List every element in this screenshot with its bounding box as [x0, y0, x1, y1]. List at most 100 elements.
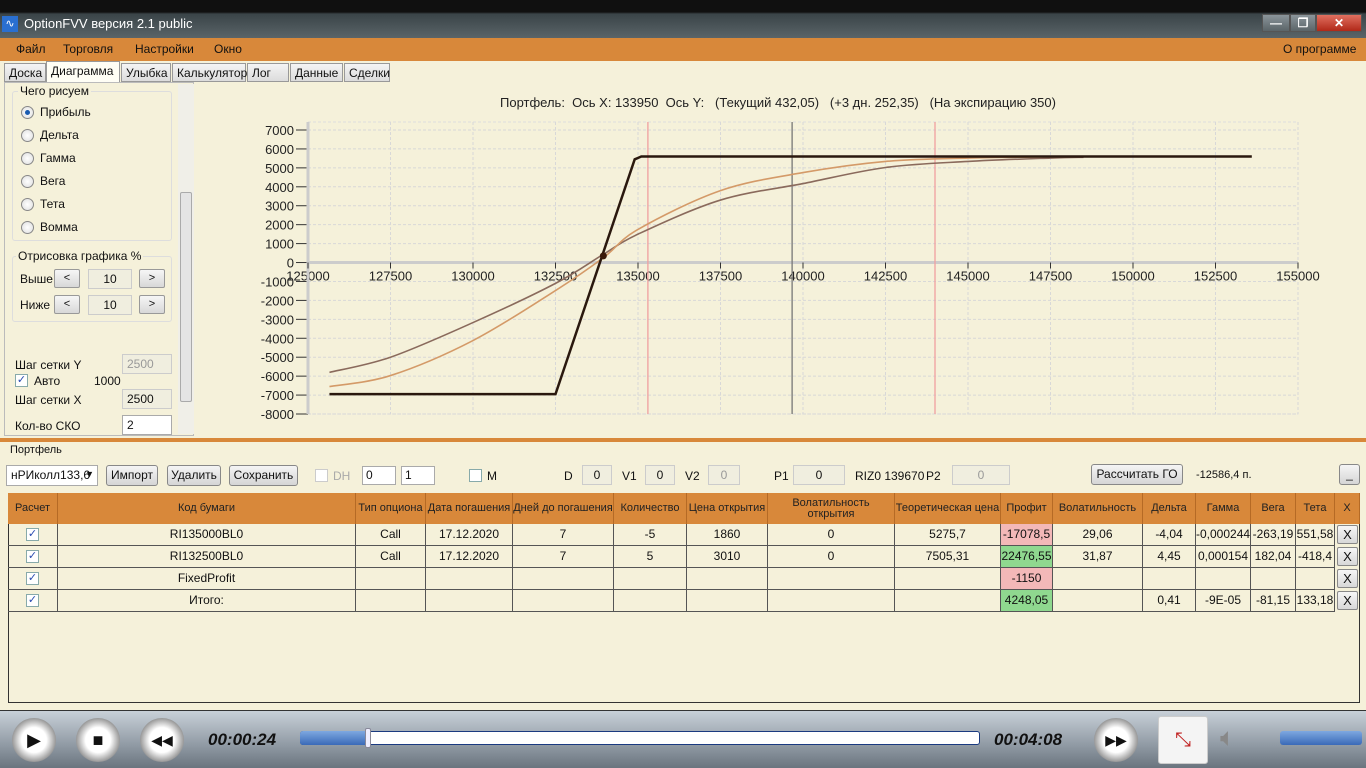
table-cell	[1143, 568, 1196, 590]
table-cell	[687, 568, 768, 590]
table-cell: -17078,5	[1001, 524, 1053, 546]
column-header[interactable]: Цена открытия	[687, 493, 768, 524]
v1-input[interactable]: 0	[645, 465, 675, 485]
d-label: D	[564, 469, 573, 483]
profit-chart: 1250001275001300001325001350001375001400…	[261, 121, 1320, 422]
fullscreen-icon[interactable]: ⤡	[1158, 716, 1208, 764]
delete-row-button[interactable]: X	[1337, 547, 1358, 566]
table-cell: 7	[513, 524, 614, 546]
table-cell: 0	[768, 546, 895, 568]
dh-checkbox[interactable]	[315, 469, 328, 482]
table-cell	[1251, 568, 1296, 590]
column-header[interactable]: Гамма	[1196, 493, 1251, 524]
table-cell	[768, 568, 895, 590]
m-checkbox[interactable]	[469, 469, 482, 482]
calc-checkbox[interactable]: ✓	[26, 572, 39, 585]
table-cell: 5275,7	[895, 524, 1001, 546]
table-cell: RI135000BL0	[58, 524, 356, 546]
column-header[interactable]: Тип опциона	[356, 493, 426, 524]
underlying-price: RIZ0 139670	[855, 469, 925, 483]
y-tick-label: -1000	[261, 274, 294, 289]
y-tick-label: 0	[287, 256, 294, 271]
y-tick-label: 1000	[265, 237, 294, 252]
dh-label: DH	[333, 469, 351, 483]
column-header[interactable]: Профит	[1001, 493, 1053, 524]
table-cell: 1860	[687, 524, 768, 546]
chevron-down-icon: ▼	[85, 469, 94, 479]
p2-label: P2	[926, 469, 941, 483]
calc-cell[interactable]: ✓	[8, 546, 58, 568]
column-header[interactable]: Дельта	[1143, 493, 1196, 524]
table-cell: 17.12.2020	[426, 546, 513, 568]
play-button[interactable]: ▶	[12, 718, 56, 762]
table-cell: 7	[513, 546, 614, 568]
calc-checkbox[interactable]: ✓	[26, 594, 39, 607]
column-header[interactable]: Дата погашения	[426, 493, 513, 524]
m-label: M	[487, 469, 497, 483]
seek-bar[interactable]	[300, 731, 980, 745]
table-cell: FixedProfit	[58, 568, 356, 590]
table-cell	[513, 568, 614, 590]
calc-go-button[interactable]: Рассчитать ГО	[1091, 464, 1183, 485]
forward-button[interactable]: ▶▶	[1094, 718, 1138, 762]
y-tick-label: 7000	[265, 123, 294, 138]
calc-cell[interactable]: ✓	[8, 568, 58, 590]
column-header[interactable]: Расчет	[8, 493, 58, 524]
p2-input[interactable]: 0	[952, 465, 1010, 485]
seek-thumb[interactable]	[365, 728, 371, 748]
v2-input[interactable]: 0	[708, 465, 740, 485]
table-cell: -5	[614, 524, 687, 546]
column-header[interactable]: Дней до погашения	[513, 493, 614, 524]
table-cell: RI132500BL0	[58, 546, 356, 568]
portfolio-select[interactable]: нРИколл133,6 ▼	[6, 465, 98, 486]
d-input[interactable]: 0	[582, 465, 612, 485]
y-tick-label: -5000	[261, 350, 294, 365]
stop-button[interactable]: ■	[76, 718, 120, 762]
p1-input[interactable]: 0	[793, 465, 845, 485]
y-tick-label: 6000	[265, 142, 294, 157]
table-cell: 0	[768, 524, 895, 546]
column-header[interactable]: Волатильность открытия	[768, 493, 895, 524]
rewind-button[interactable]: ◀◀	[140, 718, 184, 762]
table-cell: 0,000154	[1196, 546, 1251, 568]
column-header[interactable]: Вега	[1251, 493, 1296, 524]
table-cell	[1196, 568, 1251, 590]
volume-icon[interactable]: 🔈︎	[1220, 722, 1236, 754]
import-button[interactable]: Импорт	[106, 465, 158, 486]
table-cell: Call	[356, 524, 426, 546]
y-tick-label: 2000	[265, 218, 294, 233]
table-cell	[895, 590, 1001, 612]
table-cell: 4,45	[1143, 546, 1196, 568]
spin-input-2[interactable]: 1	[401, 466, 435, 485]
table-cell	[687, 590, 768, 612]
column-header[interactable]: Волатильность	[1053, 493, 1143, 524]
calc-cell[interactable]: ✓	[8, 590, 58, 612]
delete-button[interactable]: Удалить	[167, 465, 221, 486]
column-header[interactable]: Количество	[614, 493, 687, 524]
y-tick-label: -2000	[261, 293, 294, 308]
delete-row-button[interactable]: X	[1337, 591, 1358, 610]
delete-row-button[interactable]: X	[1337, 569, 1358, 588]
calc-checkbox[interactable]: ✓	[26, 550, 39, 563]
column-header[interactable]: Тета	[1296, 493, 1335, 524]
table-cell	[356, 590, 426, 612]
table-cell: 17.12.2020	[426, 524, 513, 546]
x-tick-label: 155000	[1276, 269, 1319, 284]
collapse-button[interactable]: _	[1339, 464, 1360, 485]
splitter[interactable]	[0, 438, 1366, 442]
table-cell: Call	[356, 546, 426, 568]
table-cell: -263,19	[1251, 524, 1296, 546]
calc-cell[interactable]: ✓	[8, 524, 58, 546]
spin-input-1[interactable]: 0	[362, 466, 396, 485]
calc-checkbox[interactable]: ✓	[26, 528, 39, 541]
save-button[interactable]: Сохранить	[229, 465, 298, 486]
column-header[interactable]: Теоретическая цена	[895, 493, 1001, 524]
table-cell: -418,4	[1296, 546, 1335, 568]
table-cell: 551,58	[1296, 524, 1335, 546]
column-header[interactable]: Код бумаги	[58, 493, 356, 524]
portfolio-label: Портфель	[10, 444, 62, 456]
table-cell	[513, 590, 614, 612]
delete-row-button[interactable]: X	[1337, 525, 1358, 544]
column-header[interactable]: X	[1335, 493, 1360, 524]
volume-slider[interactable]	[1280, 731, 1362, 745]
